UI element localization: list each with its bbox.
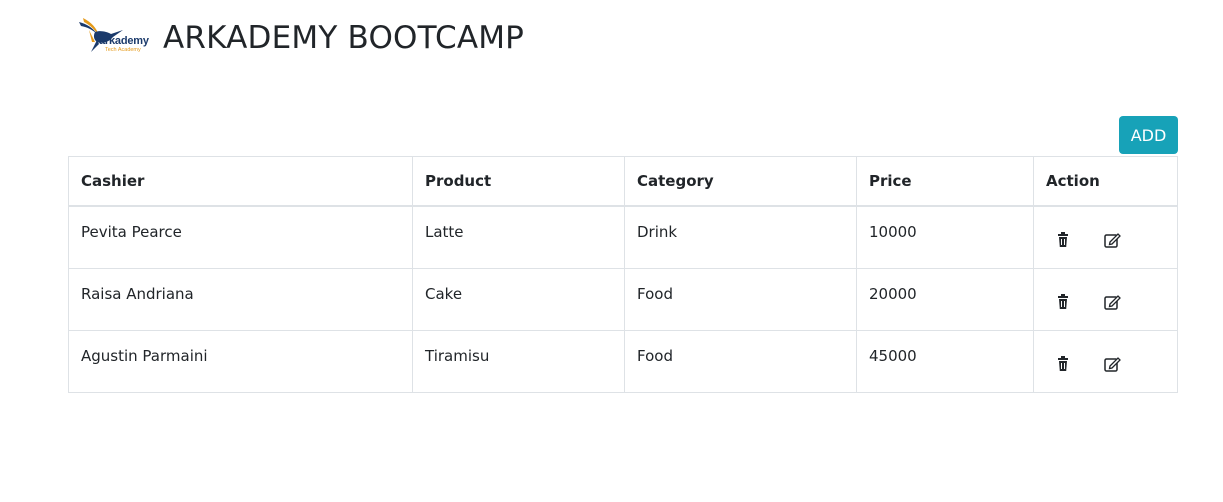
column-header-cashier: Cashier: [68, 156, 413, 207]
logo-subtext: Tech Academy: [105, 47, 141, 53]
column-header-action: Action: [1033, 156, 1178, 207]
table-header-row: Cashier Product Category Price Action: [68, 156, 1178, 207]
cell-price: 10000: [856, 205, 1034, 269]
table-row: Agustin Parmaini Tiramisu Food 45000: [68, 329, 1178, 393]
trash-icon[interactable]: [1052, 353, 1074, 375]
cell-action: [1033, 267, 1178, 331]
column-header-price: Price: [856, 156, 1034, 207]
cell-action: [1033, 329, 1178, 393]
cell-product: Tiramisu: [412, 329, 625, 393]
trash-icon[interactable]: [1052, 229, 1074, 251]
table-header: Cashier Product Category Price Action: [68, 156, 1178, 207]
arkademy-logo: arkademy Tech Academy: [77, 16, 159, 60]
table-row: Pevita Pearce Latte Drink 10000: [68, 205, 1178, 269]
cell-cashier: Agustin Parmaini: [68, 329, 413, 393]
cell-product: Latte: [412, 205, 625, 269]
page-title: ARKADEMY BOOTCAMP: [163, 20, 525, 56]
logo-text: arkademy: [99, 35, 149, 47]
column-header-product: Product: [412, 156, 625, 207]
cell-product: Cake: [412, 267, 625, 331]
cell-category: Drink: [624, 205, 857, 269]
edit-icon[interactable]: [1101, 353, 1123, 375]
trash-icon[interactable]: [1052, 291, 1074, 313]
edit-icon[interactable]: [1101, 229, 1123, 251]
cell-cashier: Raisa Andriana: [68, 267, 413, 331]
column-header-category: Category: [624, 156, 857, 207]
edit-icon[interactable]: [1101, 291, 1123, 313]
transactions-table: Cashier Product Category Price Action Pe…: [68, 156, 1178, 393]
table-body: Pevita Pearce Latte Drink 10000 Raisa An…: [68, 205, 1178, 393]
cell-cashier: Pevita Pearce: [68, 205, 413, 269]
header: arkademy Tech Academy ARKADEMY BOOTCAMP: [77, 10, 524, 66]
cell-price: 20000: [856, 267, 1034, 331]
cell-action: [1033, 205, 1178, 269]
cell-category: Food: [624, 329, 857, 393]
table-row: Raisa Andriana Cake Food 20000: [68, 267, 1178, 331]
add-button[interactable]: ADD: [1119, 116, 1178, 154]
cell-price: 45000: [856, 329, 1034, 393]
cell-category: Food: [624, 267, 857, 331]
